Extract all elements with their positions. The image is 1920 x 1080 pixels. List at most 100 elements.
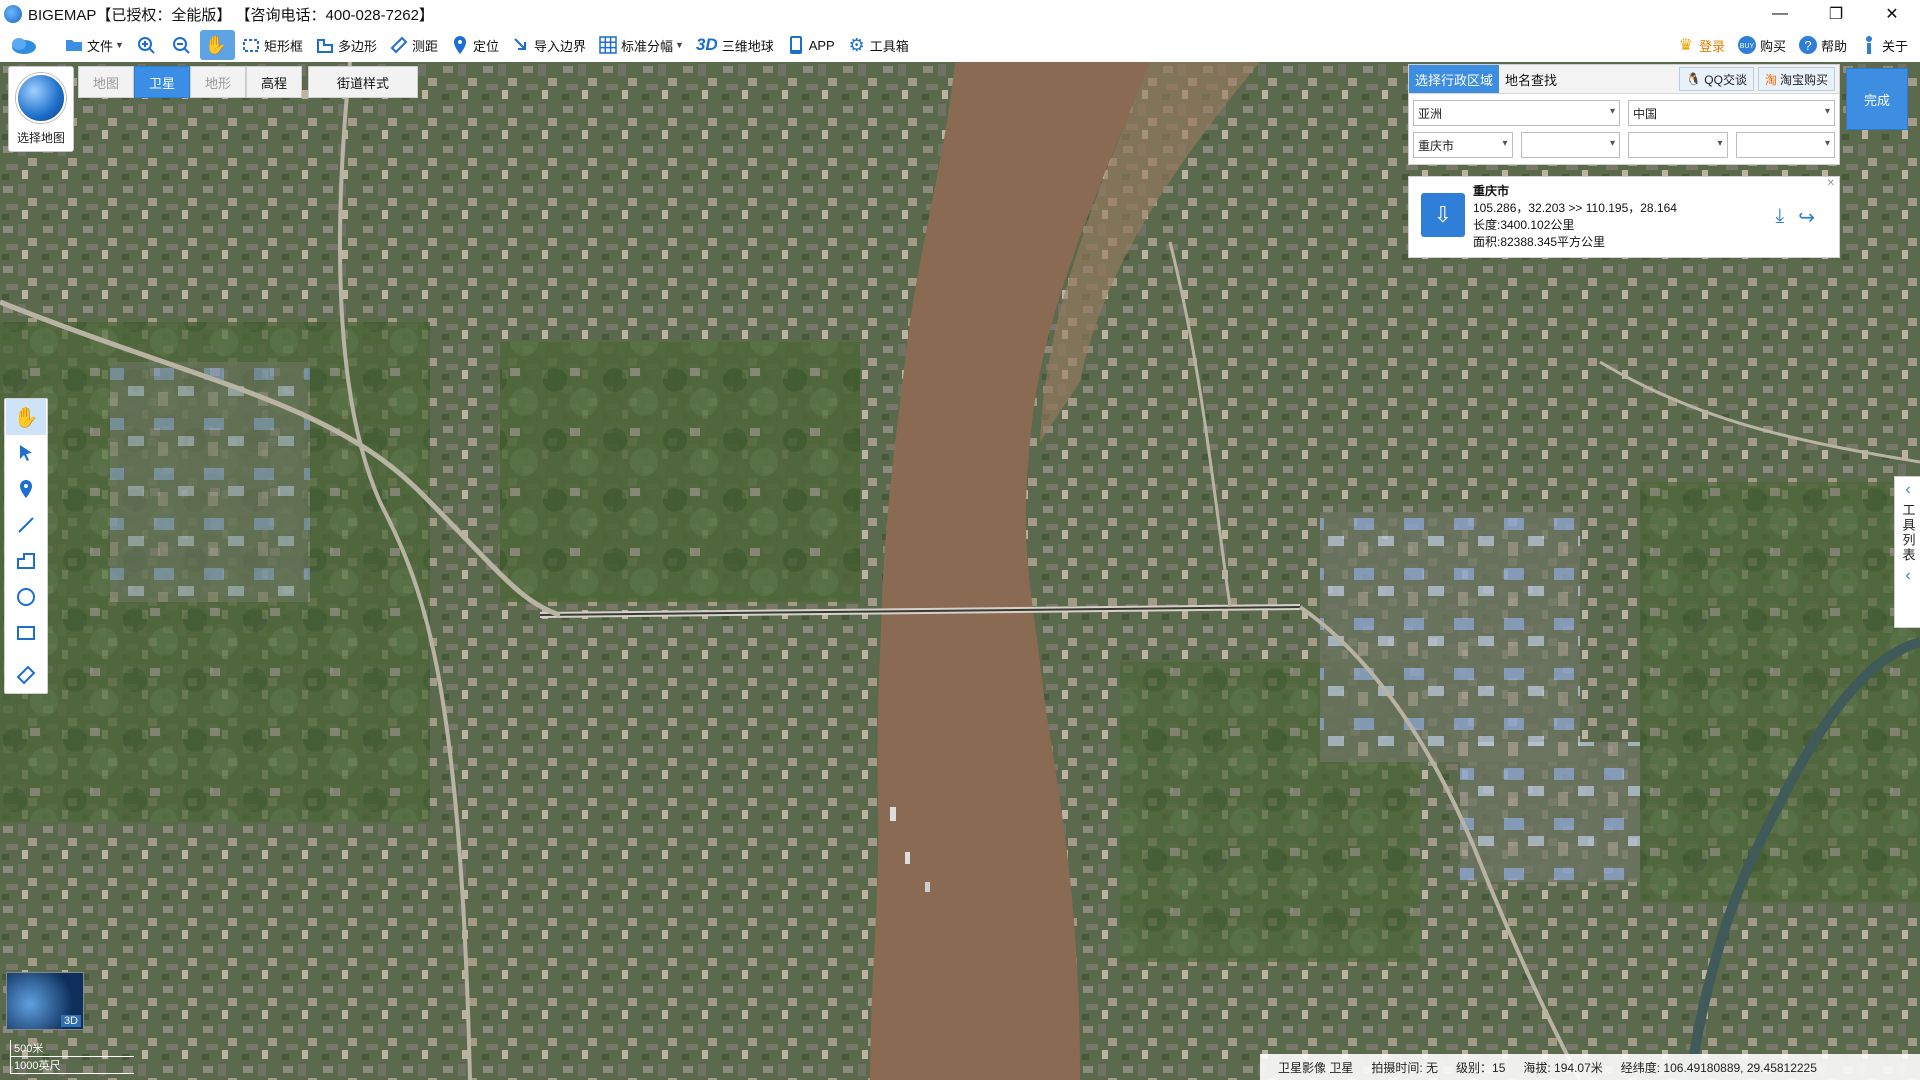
toolbox-label: 工具箱 xyxy=(869,38,909,54)
finish-button[interactable]: 完成 xyxy=(1846,68,1908,130)
app-button[interactable]: APP xyxy=(780,30,841,60)
file-menu-button[interactable]: 文件 ▼ xyxy=(58,30,130,60)
polygon-icon xyxy=(315,35,335,55)
3d-icon: 3D xyxy=(695,35,718,54)
download-button[interactable]: ⤓ xyxy=(1775,205,1784,230)
region-actions: ⤓ ↪ xyxy=(1775,205,1815,230)
measure-distance-button[interactable]: 测距 xyxy=(383,30,444,60)
street-style-button[interactable]: 街道样式 xyxy=(308,66,418,98)
hand-icon: ✋ xyxy=(204,34,228,55)
district-select[interactable] xyxy=(1520,132,1620,158)
line-tool-button[interactable] xyxy=(6,507,46,543)
about-button[interactable]: 关于 xyxy=(1853,30,1914,60)
locate-button[interactable]: 定位 xyxy=(444,30,505,60)
minimize-button[interactable]: — xyxy=(1752,0,1808,28)
rect-label: 矩形框 xyxy=(263,38,303,54)
qq-chat-label: QQ交谈 xyxy=(1704,72,1747,87)
close-icon[interactable]: ✕ xyxy=(1827,178,1835,189)
map-pin-icon xyxy=(20,480,32,498)
region-info-card: ⇩ 重庆市 105.286，32.203 >> 110.195，28.164 长… xyxy=(1408,176,1840,258)
map-layer-tabs: 地图 卫星 地形 高程 街道样式 xyxy=(78,66,418,98)
zoom-in-icon xyxy=(136,35,156,55)
region-coords: 105.286，32.203 >> 110.195，28.164 xyxy=(1473,201,1677,215)
rectangle-tool-button[interactable] xyxy=(6,615,46,651)
globe-3d-minimap[interactable]: 3D xyxy=(6,972,84,1030)
scale-bar: 500米 1000英尺 xyxy=(10,1040,134,1074)
map-source-selector[interactable]: 选择地图 xyxy=(8,66,74,152)
import-boundary-button[interactable]: 导入边界 xyxy=(505,30,592,60)
select-map-label: 选择地图 xyxy=(16,131,65,145)
taobao-buy-label: 淘宝购买 xyxy=(1779,72,1828,87)
tab-place-search[interactable]: 地名查找 xyxy=(1499,65,1563,93)
chevron-down-icon: ▼ xyxy=(675,40,684,50)
standard-sheet-label: 标准分幅 xyxy=(621,38,674,54)
locate-label: 定位 xyxy=(472,38,499,54)
buy-icon: BUY xyxy=(1737,35,1757,55)
province-select[interactable]: 重庆市 xyxy=(1413,132,1513,158)
tool-list-label: 工具列表 xyxy=(1900,503,1916,563)
tab-map[interactable]: 地图 xyxy=(78,66,134,98)
cursor-arrow-icon xyxy=(20,445,32,461)
3d-badge: 3D xyxy=(60,1015,81,1027)
title-bar: BIGEMAP【已授权：全能版】 【咨询电话：400-028-7262】 — ❐… xyxy=(0,0,1920,28)
crown-icon: ♛ xyxy=(1678,37,1694,54)
toolbox-button[interactable]: ⚙ 工具箱 xyxy=(841,30,915,60)
cloud-menu-button[interactable] xyxy=(0,30,44,60)
polygon-label: 多边形 xyxy=(337,38,377,54)
help-label: 帮助 xyxy=(1820,38,1847,54)
svg-text:BUY: BUY xyxy=(1740,43,1755,50)
taobao-buy-button[interactable]: 淘淘宝购买 xyxy=(1757,67,1835,91)
continent-select[interactable]: 亚洲 xyxy=(1413,100,1620,126)
grid-icon xyxy=(598,35,618,55)
globe-icon xyxy=(16,73,66,123)
bigemap-logo-icon xyxy=(4,5,22,23)
country-select[interactable]: 中国 xyxy=(1628,100,1835,126)
pan-button[interactable]: ✋ xyxy=(199,30,235,60)
status-bar: 卫星影像 卫星 拍摄时间: 无 级别：15 海拔: 194.07米 经纬度: 1… xyxy=(1260,1054,1920,1080)
app-label: APP xyxy=(808,37,835,53)
ruler-icon xyxy=(389,35,409,55)
svg-text:?: ? xyxy=(1804,38,1811,53)
import-boundary-label: 导入边界 xyxy=(534,38,587,54)
chevron-down-icon: ▼ xyxy=(115,40,124,50)
zoom-out-button[interactable] xyxy=(165,30,200,60)
qq-chat-button[interactable]: 🐧 QQ交谈 xyxy=(1679,67,1754,91)
import-arrow-icon xyxy=(511,35,531,55)
buy-label: 购买 xyxy=(1759,38,1786,54)
taobao-icon: 淘 xyxy=(1764,72,1777,87)
village-select[interactable] xyxy=(1735,132,1835,158)
login-button[interactable]: ♛ 登录 xyxy=(1670,30,1731,60)
region-area: 面积:82388.345平方公里 xyxy=(1473,235,1606,249)
scale-metric: 500米 xyxy=(10,1040,134,1057)
buy-button[interactable]: BUY 购买 xyxy=(1731,30,1792,60)
tool-list-toggle[interactable]: ‹ 工具列表 ‹ xyxy=(1894,476,1920,628)
tab-admin-region[interactable]: 选择行政区域 xyxy=(1409,65,1500,93)
town-select[interactable] xyxy=(1628,132,1728,158)
polygon-tool-button[interactable] xyxy=(6,543,46,579)
drawing-toolbar: ✋ xyxy=(4,398,48,694)
ruler-icon xyxy=(16,665,36,685)
qq-penguin-icon: 🐧 xyxy=(1686,72,1702,86)
tab-elevation[interactable]: 高程 xyxy=(246,66,302,98)
rectangle-select-button[interactable]: 矩形框 xyxy=(235,30,309,60)
close-button[interactable]: ✕ xyxy=(1864,0,1920,28)
phone-icon xyxy=(786,35,806,55)
tab-terrain[interactable]: 地形 xyxy=(190,66,246,98)
help-button[interactable]: ? 帮助 xyxy=(1792,30,1853,60)
chevron-left-icon: ‹ xyxy=(1905,567,1911,584)
folder-icon xyxy=(64,35,84,55)
globe-3d-button[interactable]: 3D 三维地球 xyxy=(690,30,780,60)
share-button[interactable]: ↪ xyxy=(1798,205,1815,230)
standard-sheet-button[interactable]: 标准分幅 ▼ xyxy=(592,30,690,60)
marker-tool-button[interactable] xyxy=(6,471,46,507)
tab-satellite[interactable]: 卫星 xyxy=(134,66,190,98)
polygon-select-button[interactable]: 多边形 xyxy=(309,30,383,60)
line-icon xyxy=(18,517,34,533)
ruler-tool-button[interactable] xyxy=(6,657,46,693)
zoom-in-button[interactable] xyxy=(130,30,165,60)
pan-tool-button[interactable]: ✋ xyxy=(6,399,46,435)
region-row-1: 亚洲 中国 xyxy=(1409,94,1839,126)
pointer-tool-button[interactable] xyxy=(6,435,46,471)
circle-tool-button[interactable] xyxy=(6,579,46,615)
restore-button[interactable]: ❐ xyxy=(1808,0,1864,28)
